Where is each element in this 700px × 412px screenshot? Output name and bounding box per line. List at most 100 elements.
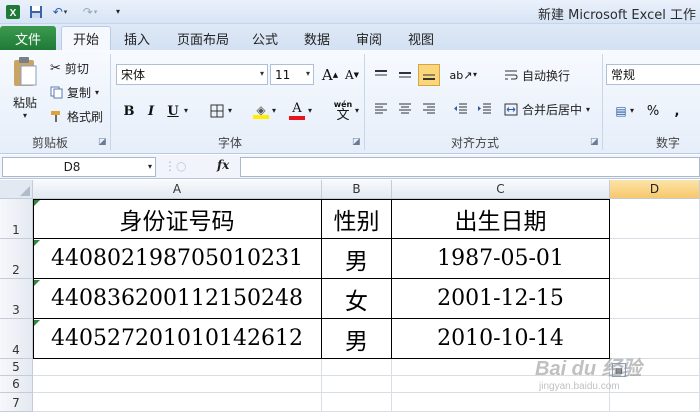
tab-review[interactable]: 审阅 xyxy=(348,26,390,50)
font-color-button[interactable]: A xyxy=(286,100,308,122)
underline-button[interactable]: U xyxy=(162,100,184,122)
percent-style-button[interactable]: % xyxy=(642,100,664,122)
cell-gender[interactable]: 男 xyxy=(322,319,392,359)
orientation-button[interactable]: ab↗ xyxy=(450,64,473,86)
tab-page-layout[interactable]: 页面布局 xyxy=(170,26,236,50)
font-launcher-icon[interactable]: ◪ xyxy=(352,137,361,147)
row-header-1[interactable]: 1 xyxy=(0,199,33,239)
name-box[interactable]: D8 ▾ xyxy=(2,157,156,177)
align-top-button[interactable] xyxy=(370,64,392,86)
grow-font-button[interactable]: A ▲ xyxy=(319,64,341,86)
paste-dropdown-icon[interactable]: ▾ xyxy=(23,111,27,120)
cell-gender[interactable]: 男 xyxy=(322,239,392,279)
cell-id[interactable]: 440527201010142612 xyxy=(33,319,322,359)
wrap-text-button[interactable]: 自动换行 xyxy=(504,65,570,85)
row-header-6[interactable]: 6 xyxy=(0,376,33,393)
underline-dropdown-icon[interactable]: ▾ xyxy=(184,106,188,115)
cell-id[interactable]: 440802198705010231 xyxy=(33,239,322,279)
header-cell-birthdate[interactable]: 出生日期 xyxy=(392,199,610,239)
italic-button[interactable]: I xyxy=(140,100,162,122)
save-icon[interactable] xyxy=(28,3,44,20)
select-all-button[interactable] xyxy=(0,180,33,199)
cell-b7[interactable] xyxy=(322,393,392,412)
copy-button[interactable]: 复制 ▾ xyxy=(50,82,99,102)
row-header-7[interactable]: 7 xyxy=(0,393,33,412)
shrink-font-button[interactable]: A ▼ xyxy=(341,64,363,86)
row-header-4[interactable]: 4 xyxy=(0,319,33,359)
bold-button[interactable]: B xyxy=(118,100,140,122)
tab-data[interactable]: 数据 xyxy=(296,26,338,50)
column-header-b[interactable]: B xyxy=(322,180,392,199)
formula-input[interactable] xyxy=(240,157,700,177)
comma-style-button[interactable]: , xyxy=(666,100,688,122)
number-format-select[interactable]: 常规 xyxy=(606,64,700,85)
error-indicator-icon[interactable] xyxy=(34,240,40,246)
tab-view[interactable]: 视图 xyxy=(400,26,442,50)
row-header-2[interactable]: 2 xyxy=(0,239,33,279)
cell-gender[interactable]: 女 xyxy=(322,279,392,319)
merge-center-button[interactable]: 合并后居中 ▾ xyxy=(504,99,590,119)
row-header-3[interactable]: 3 xyxy=(0,279,33,319)
format-painter-button[interactable]: 格式刷 xyxy=(50,106,103,126)
column-header-a[interactable]: A xyxy=(33,180,322,199)
undo-icon[interactable]: ↶ ▾ xyxy=(50,3,70,20)
error-indicator-icon[interactable] xyxy=(34,200,40,206)
cell-id[interactable]: 440836200112150248 xyxy=(33,279,322,319)
header-cell-id[interactable]: 身份证号码 xyxy=(33,199,322,239)
header-cell-gender[interactable]: 性别 xyxy=(322,199,392,239)
tab-insert[interactable]: 插入 xyxy=(116,26,158,50)
paste-button[interactable]: 粘贴 ▾ xyxy=(8,56,42,128)
cell-d2[interactable] xyxy=(610,239,700,279)
phonetic-dropdown-icon[interactable]: ▾ xyxy=(355,106,359,115)
font-name-select[interactable]: 宋体 ▾ xyxy=(116,64,268,85)
font-size-select[interactable]: 11 ▾ xyxy=(270,64,314,85)
wrap-text-label: 自动换行 xyxy=(522,68,571,83)
merge-dropdown-icon[interactable]: ▾ xyxy=(586,105,590,114)
accounting-format-button[interactable]: ▤ xyxy=(610,100,632,122)
cell-d7[interactable] xyxy=(610,393,700,412)
cut-button[interactable]: ✂ 剪切 xyxy=(50,58,89,78)
cell-a6[interactable] xyxy=(33,376,322,393)
borders-dropdown-icon[interactable]: ▾ xyxy=(228,106,232,115)
tab-formulas[interactable]: 公式 xyxy=(246,26,284,50)
orientation-dropdown-icon[interactable]: ▾ xyxy=(473,70,477,79)
align-middle-button[interactable] xyxy=(394,64,416,86)
alignment-launcher-icon[interactable]: ◪ xyxy=(590,137,599,147)
accounting-dropdown-icon[interactable]: ▾ xyxy=(630,106,634,115)
increase-indent-button[interactable] xyxy=(474,98,496,120)
align-bottom-button[interactable] xyxy=(418,64,440,86)
tab-file[interactable]: 文件 xyxy=(0,26,56,50)
cell-b5[interactable] xyxy=(322,359,392,376)
borders-button[interactable] xyxy=(206,100,228,122)
cell-d3[interactable] xyxy=(610,279,700,319)
fill-color-button[interactable]: ◈ xyxy=(250,100,272,122)
align-right-button[interactable] xyxy=(418,98,440,120)
error-indicator-icon[interactable] xyxy=(34,280,40,286)
cell-c7[interactable] xyxy=(392,393,610,412)
cell-a7[interactable] xyxy=(33,393,322,412)
excel-logo-icon[interactable]: X xyxy=(4,3,22,20)
cell-b6[interactable] xyxy=(322,376,392,393)
row-header-5[interactable]: 5 xyxy=(0,359,33,376)
clipboard-launcher-icon[interactable]: ◪ xyxy=(98,137,107,147)
error-indicator-icon[interactable] xyxy=(34,320,40,326)
cell-a5[interactable] xyxy=(33,359,322,376)
formula-cancel-icon[interactable]: ○ xyxy=(176,159,186,173)
align-center-button[interactable] xyxy=(394,98,416,120)
font-color-dropdown-icon[interactable]: ▾ xyxy=(308,106,312,115)
column-header-d[interactable]: D xyxy=(610,180,700,199)
formula-bar-handle-icon[interactable]: ⋮ xyxy=(164,159,176,173)
cell-birthdate[interactable]: 2001-12-15 xyxy=(392,279,610,319)
phonetic-button[interactable]: wén 文 xyxy=(328,96,358,124)
align-left-button[interactable] xyxy=(370,98,392,120)
cell-d1[interactable] xyxy=(610,199,700,239)
tab-home[interactable]: 开始 xyxy=(61,26,111,50)
redo-icon[interactable]: ↷ ▾ xyxy=(80,3,100,20)
column-header-c[interactable]: C xyxy=(392,180,610,199)
insert-function-button[interactable]: fx xyxy=(217,158,229,172)
cell-birthdate[interactable]: 1987-05-01 xyxy=(392,239,610,279)
copy-dropdown-icon[interactable]: ▾ xyxy=(95,88,99,97)
customize-qat-icon[interactable]: ▾ xyxy=(112,3,124,20)
fill-dropdown-icon[interactable]: ▾ xyxy=(272,106,276,115)
decrease-indent-button[interactable] xyxy=(450,98,472,120)
